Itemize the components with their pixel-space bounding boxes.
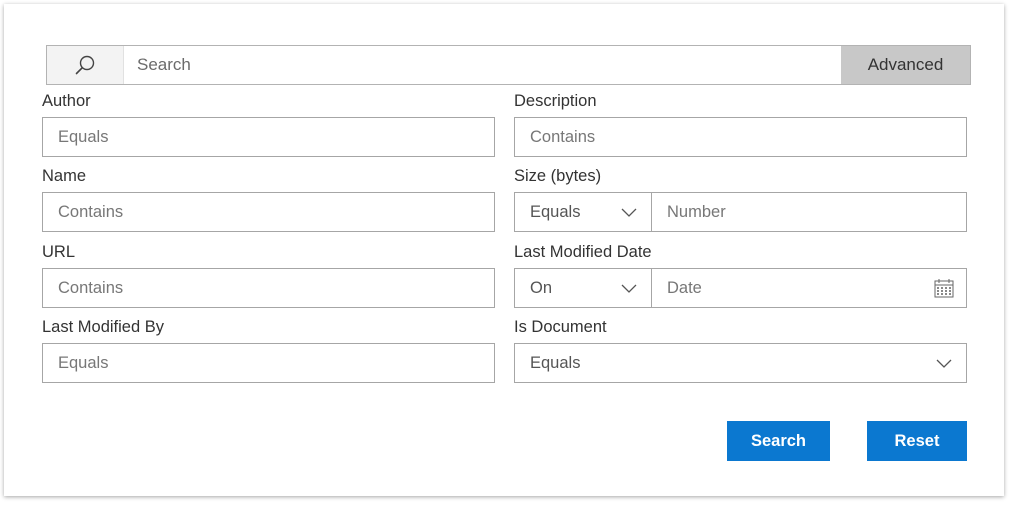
- name-label: Name: [42, 167, 87, 185]
- last-modified-date-label: Last Modified Date: [514, 243, 652, 261]
- author-field: [42, 117, 495, 157]
- search-input[interactable]: [137, 46, 837, 84]
- description-input[interactable]: [515, 118, 966, 156]
- search-icon: [75, 55, 95, 75]
- is-document-value: Equals: [530, 353, 581, 372]
- advanced-button[interactable]: Advanced: [841, 46, 970, 84]
- calendar-icon[interactable]: [934, 278, 954, 298]
- author-input[interactable]: [43, 118, 494, 156]
- chevron-down-icon: [621, 284, 637, 293]
- name-field: [42, 192, 495, 232]
- size-label: Size (bytes): [514, 167, 602, 185]
- date-field: [651, 268, 967, 308]
- search-bar: Advanced: [46, 45, 971, 85]
- chevron-down-icon: [621, 208, 637, 217]
- url-input[interactable]: [43, 269, 494, 307]
- date-input[interactable]: [652, 269, 966, 307]
- size-operator-value: Equals: [530, 202, 581, 221]
- last-modified-by-field: [42, 343, 495, 383]
- date-operator-select[interactable]: On: [514, 268, 652, 308]
- search-button[interactable]: Search: [727, 421, 830, 461]
- size-number-field: [651, 192, 967, 232]
- description-field: [514, 117, 967, 157]
- is-document-select[interactable]: Equals: [514, 343, 967, 383]
- description-label: Description: [514, 92, 597, 110]
- search-icon-button[interactable]: [47, 46, 124, 84]
- size-operator-select[interactable]: Equals: [514, 192, 652, 232]
- date-operator-value: On: [530, 278, 553, 297]
- reset-button[interactable]: Reset: [867, 421, 967, 461]
- author-label: Author: [42, 92, 91, 110]
- url-field: [42, 268, 495, 308]
- name-input[interactable]: [43, 193, 494, 231]
- last-modified-by-input[interactable]: [43, 344, 494, 382]
- size-number-input[interactable]: [652, 193, 966, 231]
- is-document-label: Is Document: [514, 318, 607, 336]
- url-label: URL: [42, 243, 76, 261]
- search-panel: Advanced Author Name URL Last Modified B…: [4, 4, 1004, 496]
- last-modified-by-label: Last Modified By: [42, 318, 164, 336]
- chevron-down-icon: [936, 359, 952, 368]
